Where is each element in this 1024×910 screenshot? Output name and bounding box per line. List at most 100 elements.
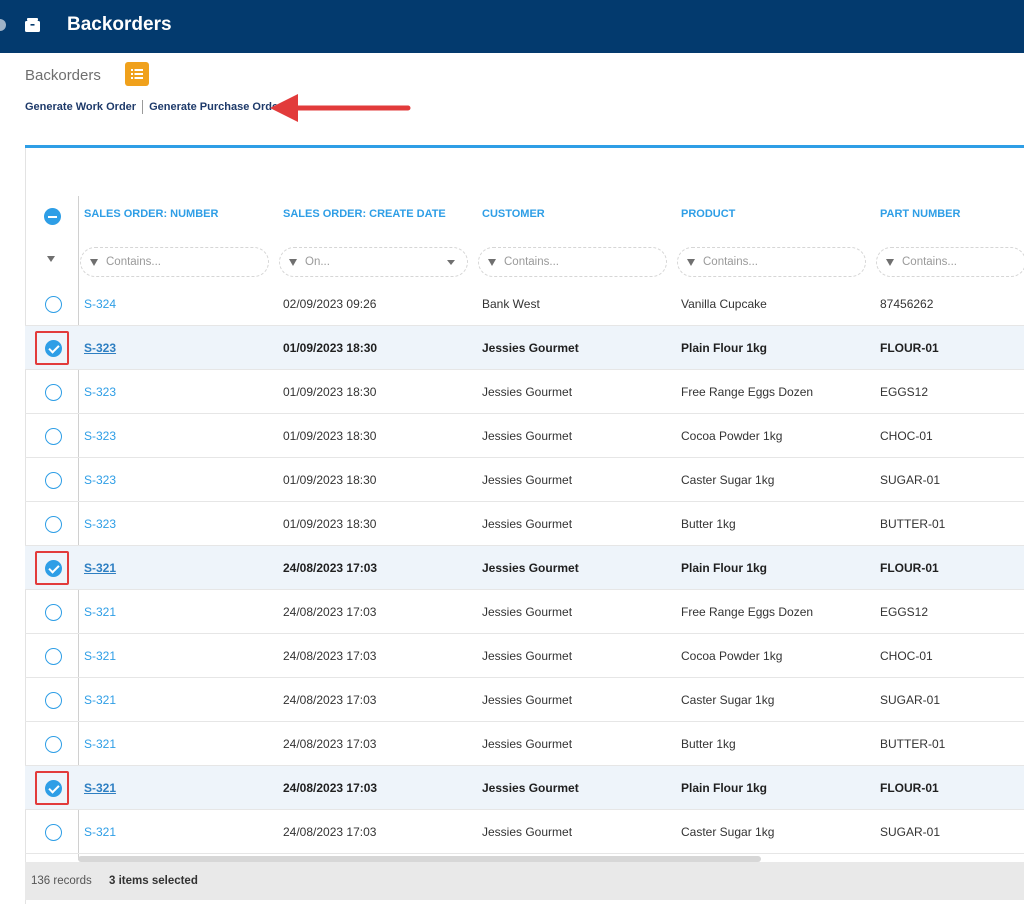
filter-part-number[interactable]: Contains... bbox=[876, 247, 1024, 277]
cell-part-number: EGGS12 bbox=[880, 385, 929, 399]
column-header-customer[interactable]: CUSTOMER bbox=[482, 208, 545, 226]
table-row[interactable]: S-321 24/08/2023 17:03 Jessies Gourmet Cast… bbox=[25, 810, 1024, 854]
table-row[interactable]: S-324 02/09/2023 09:26 Bank West Vanilla Cu… bbox=[25, 282, 1024, 326]
funnel-icon bbox=[90, 259, 98, 266]
funnel-icon bbox=[687, 259, 695, 266]
cell-customer: Jessies Gourmet bbox=[482, 781, 579, 795]
generate-purchase-order-link[interactable]: Generate Purchase Order bbox=[149, 101, 282, 113]
row-checkbox[interactable] bbox=[45, 648, 62, 665]
table-row[interactable]: S-321 24/08/2023 17:03 Jessies Gourmet Coco… bbox=[25, 634, 1024, 678]
cell-so-number[interactable]: S-321 bbox=[84, 781, 116, 795]
row-checkbox[interactable] bbox=[45, 824, 62, 841]
cell-product: Plain Flour 1kg bbox=[681, 781, 768, 795]
cell-create-date: 01/09/2023 18:30 bbox=[283, 473, 377, 487]
filter-placeholder: Contains... bbox=[703, 256, 758, 268]
cell-customer: Jessies Gourmet bbox=[482, 385, 573, 399]
cell-part-number: FLOUR-01 bbox=[880, 781, 939, 795]
cell-product: Caster Sugar 1kg bbox=[681, 693, 775, 707]
cell-customer: Jessies Gourmet bbox=[482, 561, 579, 575]
column-header-part-number[interactable]: PART NUMBER bbox=[880, 208, 960, 226]
filter-placeholder: Contains... bbox=[504, 256, 559, 268]
page-title: Backorders bbox=[25, 67, 101, 84]
table-row[interactable]: S-321 24/08/2023 17:03 Jessies Gourmet Plai… bbox=[25, 546, 1024, 590]
cell-product: Plain Flour 1kg bbox=[681, 561, 768, 575]
cell-customer: Jessies Gourmet bbox=[482, 605, 573, 619]
cell-part-number: 87456262 bbox=[880, 297, 934, 311]
filter-funnel-icon[interactable] bbox=[47, 256, 55, 262]
filter-create-date[interactable]: On... bbox=[279, 247, 468, 277]
funnel-icon bbox=[886, 259, 894, 266]
row-checkbox[interactable] bbox=[45, 296, 62, 313]
row-checkbox[interactable] bbox=[45, 736, 62, 753]
cell-so-number[interactable]: S-323 bbox=[84, 429, 116, 443]
cell-create-date: 24/08/2023 17:03 bbox=[283, 781, 378, 795]
highlight-box-annotation bbox=[35, 771, 69, 805]
cell-part-number: CHOC-01 bbox=[880, 649, 933, 663]
cell-product: Cocoa Powder 1kg bbox=[681, 649, 783, 663]
select-all-checkbox[interactable] bbox=[44, 208, 61, 225]
table-row[interactable]: S-321 24/08/2023 17:03 Jessies Gourmet Cast… bbox=[25, 678, 1024, 722]
table-row[interactable]: S-321 24/08/2023 17:03 Jessies Gourmet Butt… bbox=[25, 722, 1024, 766]
cell-part-number: SUGAR-01 bbox=[880, 473, 941, 487]
cell-so-number[interactable]: S-321 bbox=[84, 737, 116, 751]
table-row[interactable]: S-323 01/09/2023 18:30 Jessies Gourmet Butt… bbox=[25, 502, 1024, 546]
list-icon bbox=[131, 69, 143, 79]
generate-work-order-link[interactable]: Generate Work Order bbox=[25, 101, 136, 113]
cell-so-number[interactable]: S-323 bbox=[84, 517, 116, 531]
column-header-so-number[interactable]: SALES ORDER: NUMBER bbox=[84, 208, 218, 226]
cell-so-number[interactable]: S-321 bbox=[84, 693, 116, 707]
cell-part-number: BUTTER-01 bbox=[880, 517, 946, 531]
row-checkbox[interactable] bbox=[45, 604, 62, 621]
cell-product: Caster Sugar 1kg bbox=[681, 825, 775, 839]
row-checkbox[interactable] bbox=[45, 692, 62, 709]
table-row[interactable]: S-323 01/09/2023 18:30 Jessies Gourmet Cast… bbox=[25, 458, 1024, 502]
funnel-icon bbox=[488, 259, 496, 266]
cell-part-number: SUGAR-01 bbox=[880, 693, 941, 707]
list-view-button[interactable] bbox=[125, 62, 149, 86]
cell-so-number[interactable]: S-323 bbox=[84, 341, 116, 355]
cell-customer: Jessies Gourmet bbox=[482, 649, 573, 663]
column-header-create-date[interactable]: SALES ORDER: CREATE DATE bbox=[283, 208, 446, 226]
cell-create-date: 24/08/2023 17:03 bbox=[283, 561, 378, 575]
cell-create-date: 24/08/2023 17:03 bbox=[283, 649, 377, 663]
table-row[interactable]: S-321 24/08/2023 17:03 Jessies Gourmet Plai… bbox=[25, 766, 1024, 810]
cell-part-number: CHOC-01 bbox=[880, 429, 933, 443]
cell-so-number[interactable]: S-321 bbox=[84, 561, 116, 575]
table-row[interactable]: S-323 01/09/2023 18:30 Jessies Gourmet Plai… bbox=[25, 326, 1024, 370]
filter-product[interactable]: Contains... bbox=[677, 247, 866, 277]
cell-create-date: 24/08/2023 17:03 bbox=[283, 693, 377, 707]
cell-create-date: 24/08/2023 17:03 bbox=[283, 737, 377, 751]
app-title: Backorders bbox=[67, 14, 172, 35]
cell-product: Vanilla Cupcake bbox=[681, 297, 767, 311]
table-row[interactable]: S-323 01/09/2023 18:30 Jessies Gourmet Free… bbox=[25, 370, 1024, 414]
cell-customer: Jessies Gourmet bbox=[482, 517, 573, 531]
cell-so-number[interactable]: S-324 bbox=[84, 297, 116, 311]
cell-so-number[interactable]: S-321 bbox=[84, 825, 116, 839]
box-icon bbox=[25, 18, 40, 32]
row-checkbox[interactable] bbox=[45, 516, 62, 533]
column-header-product[interactable]: PRODUCT bbox=[681, 208, 735, 226]
cell-product: Butter 1kg bbox=[681, 517, 736, 531]
row-checkbox[interactable] bbox=[45, 428, 62, 445]
row-checkbox[interactable] bbox=[45, 472, 62, 489]
chevron-down-icon[interactable] bbox=[447, 260, 455, 265]
cell-so-number[interactable]: S-323 bbox=[84, 385, 116, 399]
menu-toggle-icon[interactable] bbox=[0, 19, 6, 31]
row-checkbox[interactable] bbox=[45, 384, 62, 401]
cell-so-number[interactable]: S-321 bbox=[84, 605, 116, 619]
cell-product: Cocoa Powder 1kg bbox=[681, 429, 783, 443]
filter-so-number[interactable]: Contains... bbox=[80, 247, 269, 277]
highlight-box-annotation bbox=[35, 331, 69, 365]
cell-customer: Bank West bbox=[482, 297, 540, 311]
filter-placeholder: On... bbox=[305, 256, 330, 268]
cell-so-number[interactable]: S-323 bbox=[84, 473, 116, 487]
cell-so-number[interactable]: S-321 bbox=[84, 649, 116, 663]
cell-create-date: 01/09/2023 18:30 bbox=[283, 517, 377, 531]
cell-product: Butter 1kg bbox=[681, 737, 736, 751]
cell-create-date: 24/08/2023 17:03 bbox=[283, 825, 377, 839]
cell-customer: Jessies Gourmet bbox=[482, 737, 573, 751]
filter-customer[interactable]: Contains... bbox=[478, 247, 667, 277]
table-row[interactable]: S-323 01/09/2023 18:30 Jessies Gourmet Coco… bbox=[25, 414, 1024, 458]
table-row[interactable]: S-321 24/08/2023 17:03 Jessies Gourmet Free… bbox=[25, 590, 1024, 634]
cell-create-date: 01/09/2023 18:30 bbox=[283, 341, 378, 355]
